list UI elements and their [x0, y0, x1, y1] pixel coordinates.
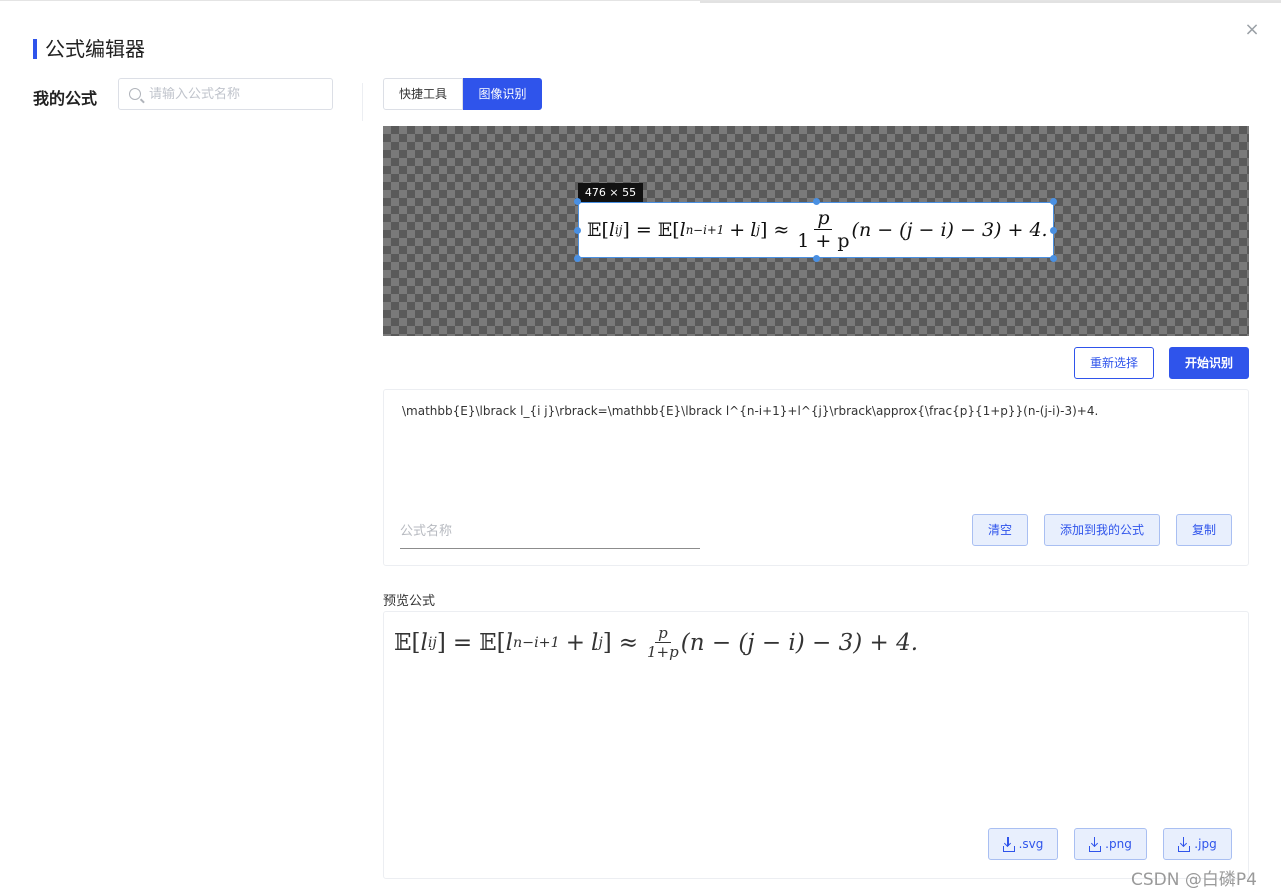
formula-eq: =	[452, 630, 473, 656]
tab-quick-tools[interactable]: 快捷工具	[383, 78, 463, 110]
source-formula-image: 𝔼 [l ij] = 𝔼 [l n−i+1 + l j] ≈ p 1 + p (n −…	[587, 207, 1048, 252]
download-icon	[1089, 837, 1102, 852]
formula-tail: (n − (j − i) − 3) + 4.	[680, 630, 919, 656]
formula-editor-dialog: × 公式编辑器 我的公式 快捷工具 图像识别 476 × 55 𝔼 [lij] …	[0, 0, 1281, 894]
clear-button[interactable]: 清空	[972, 514, 1028, 546]
close-icon[interactable]: ×	[1243, 21, 1261, 39]
tab-image-recognition[interactable]: 图像识别	[463, 78, 542, 110]
formula-exp: n−i+1	[513, 635, 560, 651]
watermark: CSDN @白磷P4	[1131, 870, 1257, 890]
fraction-numerator: p	[814, 209, 833, 230]
download-jpg-label: .jpg	[1194, 837, 1217, 851]
download-icon	[1002, 837, 1015, 852]
mode-tabs: 快捷工具 图像识别	[383, 78, 542, 110]
formula-exp: n−i+1	[685, 223, 725, 237]
formula-expectation-symbol: 𝔼	[587, 219, 602, 241]
start-recognition-button[interactable]: 开始识别	[1169, 347, 1249, 379]
formula-fraction: p 1 + p	[797, 209, 849, 251]
latex-code-text[interactable]: \mathbb{E}\lbrack l_{i j}\rbrack=\mathbb…	[402, 404, 1098, 418]
vertical-divider	[362, 83, 363, 121]
download-jpg-button[interactable]: .jpg	[1163, 828, 1232, 860]
crop-handle-bottom-middle[interactable]	[813, 255, 820, 262]
crop-handle-bottom-left[interactable]	[574, 255, 581, 262]
formula-approx: ≈	[773, 219, 790, 241]
formula-sub: ij	[614, 223, 623, 237]
preview-panel: 𝔼 [l ij] = 𝔼 [l n−i+1 + l j] ≈ p 1+p (n − (…	[383, 611, 1249, 879]
formula-expectation-symbol: 𝔼	[394, 630, 412, 656]
fraction-denominator: 1+p	[647, 643, 679, 661]
download-svg-label: .svg	[1018, 837, 1044, 851]
formula-tail: (n − (j − i) − 3) + 4.	[851, 219, 1048, 241]
preview-label: 预览公式	[383, 594, 436, 609]
fraction-denominator: 1 + p	[797, 230, 850, 252]
formula-plus: +	[565, 630, 585, 656]
download-svg-button[interactable]: .svg	[988, 828, 1058, 860]
formula-expectation-symbol: 𝔼	[657, 219, 673, 241]
formula-var: l	[505, 630, 513, 656]
fraction-numerator: p	[655, 626, 671, 643]
download-icon	[1178, 837, 1191, 852]
crop-handle-middle-right[interactable]	[1050, 227, 1057, 234]
formula-plus: +	[729, 219, 746, 241]
formula-approx: ≈	[618, 630, 639, 656]
crop-handle-middle-left[interactable]	[574, 227, 581, 234]
top-strip	[700, 1, 1281, 3]
download-png-button[interactable]: .png	[1074, 828, 1147, 860]
formula-expectation-symbol: 𝔼	[479, 630, 497, 656]
formula-search-box[interactable]	[118, 78, 333, 110]
latex-editor-panel: \mathbb{E}\lbrack l_{i j}\rbrack=\mathbb…	[383, 389, 1249, 566]
formula-sub: ij	[427, 635, 437, 651]
dialog-title: 公式编辑器	[45, 37, 145, 61]
crop-handle-top-right[interactable]	[1050, 198, 1057, 205]
formula-search-input[interactable]	[149, 86, 319, 102]
crop-selection-box[interactable]: 𝔼 [l ij] = 𝔼 [l n−i+1 + l j] ≈ p 1 + p (n −…	[578, 202, 1054, 258]
crop-handle-bottom-right[interactable]	[1050, 255, 1057, 262]
formula-name-input[interactable]	[400, 515, 700, 549]
title-accent-bar	[33, 39, 37, 59]
my-formulas-label: 我的公式	[33, 89, 98, 108]
formula-var: l	[420, 630, 428, 656]
download-png-label: .png	[1105, 837, 1132, 851]
formula-fraction: p 1+p	[647, 626, 679, 660]
formula-eq: =	[635, 219, 652, 241]
add-to-my-formulas-button[interactable]: 添加到我的公式	[1044, 514, 1160, 546]
reselect-button[interactable]: 重新选择	[1074, 347, 1154, 379]
search-icon	[129, 88, 141, 100]
crop-size-label: 476 × 55	[578, 183, 643, 202]
copy-button[interactable]: 复制	[1176, 514, 1232, 546]
crop-handle-top-left[interactable]	[574, 198, 581, 205]
rendered-formula: 𝔼 [l ij] = 𝔼 [l n−i+1 + l j] ≈ p 1+p (n − (…	[394, 624, 919, 661]
image-crop-canvas[interactable]: 476 × 55 𝔼 [l ij] = 𝔼 [l n−i+1 + l j] ≈ p 1…	[383, 126, 1249, 336]
crop-handle-top-middle[interactable]	[813, 198, 820, 205]
